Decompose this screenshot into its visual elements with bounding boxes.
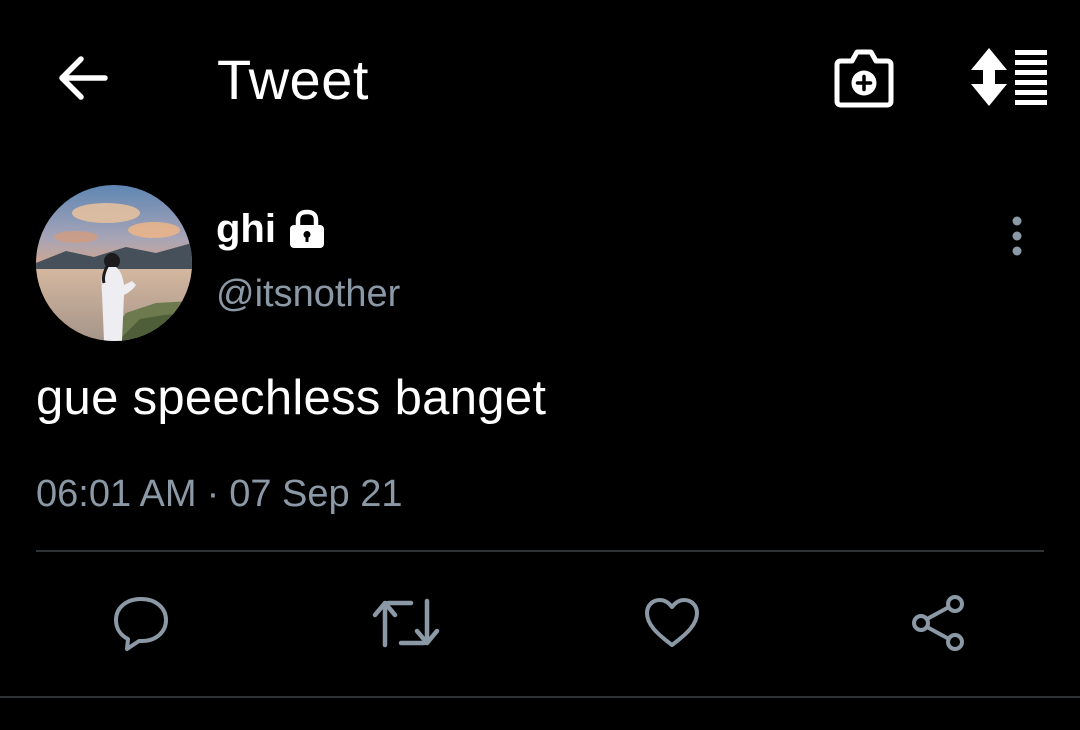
retweet-button[interactable] [371,588,441,658]
camera-plus-icon [834,49,894,108]
tweet-time: 06:01 AM [36,473,197,515]
tweet-timestamp: 06:01 AM · 07 Sep 21 [36,470,402,518]
display-name[interactable]: ghi [216,204,276,254]
divider [0,696,1080,698]
sort-button[interactable] [966,42,1050,112]
share-button[interactable] [904,588,974,658]
more-options-button[interactable] [996,210,1038,262]
tweet-date: 07 Sep 21 [229,473,403,515]
reply-icon [114,597,168,651]
heart-icon [645,598,699,647]
back-button[interactable] [50,48,116,108]
more-vertical-icon [1012,216,1022,256]
like-button[interactable] [637,588,707,658]
avatar[interactable] [36,185,192,341]
app-bar: Tweet [0,0,1080,160]
user-handle[interactable]: @itsnother [216,270,400,318]
camera-button[interactable] [826,40,902,116]
tweet-text: gue speechless banget [36,371,547,425]
retweet-icon [372,598,440,648]
page-title: Tweet [217,48,369,111]
reply-button[interactable] [106,588,176,658]
tweet-detail: ghi @itsnother gue speechless banget 06:… [0,160,1080,730]
lock-icon [286,208,328,250]
avatar-image [36,185,192,341]
timestamp-separator: · [206,473,220,515]
arrow-left-icon [59,56,108,100]
sort-list-icon [971,48,1047,106]
share-icon [912,595,964,651]
divider [36,550,1044,552]
author-name-row: ghi [216,204,328,254]
